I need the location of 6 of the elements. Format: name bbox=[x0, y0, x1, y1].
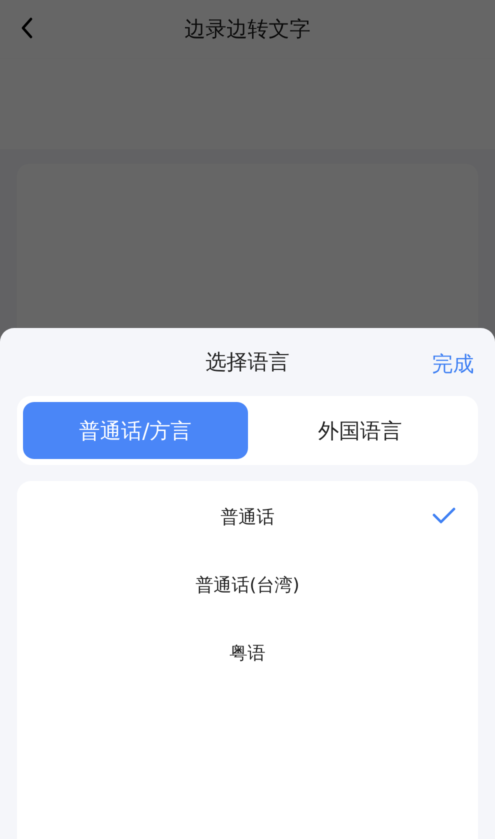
language-tab[interactable]: 外国语言 bbox=[248, 402, 472, 459]
language-option[interactable]: 粤语 bbox=[230, 641, 266, 665]
sheet-title: 选择语言 bbox=[206, 349, 290, 376]
language-option[interactable]: 普通话 bbox=[220, 505, 274, 529]
page-title: 边录边转文字 bbox=[184, 16, 310, 43]
language-option[interactable]: 普通话(台湾) bbox=[195, 573, 300, 597]
